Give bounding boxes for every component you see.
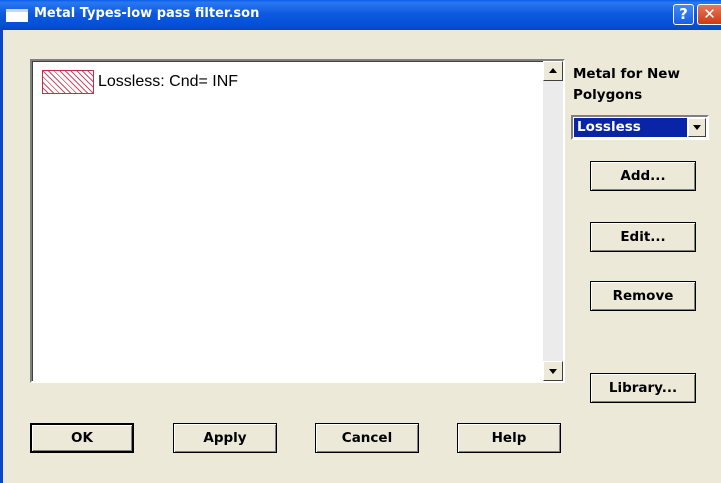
list-item[interactable]: Lossless: Cnd= INF xyxy=(42,69,238,95)
app-window-icon xyxy=(6,9,28,22)
scroll-up-arrow-icon xyxy=(549,68,557,73)
window-frame-border xyxy=(0,30,3,483)
metal-select[interactable]: Lossless xyxy=(571,115,709,140)
library-button[interactable]: Library... xyxy=(590,373,696,403)
scroll-down-button[interactable] xyxy=(543,361,563,381)
metal-swatch xyxy=(42,70,94,94)
metal-types-list[interactable]: Lossless: Cnd= INF xyxy=(30,59,565,383)
metal-item-label: Lossless: Cnd= INF xyxy=(98,73,239,90)
help-icon[interactable]: ? xyxy=(673,4,694,25)
add-button[interactable]: Add... xyxy=(590,161,696,191)
remove-button[interactable]: Remove xyxy=(590,281,696,311)
close-icon[interactable]: ✕ xyxy=(697,4,721,25)
scroll-down-arrow-icon xyxy=(549,369,557,374)
scroll-up-button[interactable] xyxy=(543,61,563,81)
help-button[interactable]: Help xyxy=(457,423,561,453)
window-title: Metal Types-low pass filter.son xyxy=(34,6,260,21)
cancel-button[interactable]: Cancel xyxy=(315,423,419,453)
ok-button[interactable]: OK xyxy=(30,423,134,453)
list-scrollbar[interactable] xyxy=(543,61,563,381)
title-bar[interactable]: Metal Types-low pass filter.son ? ✕ xyxy=(0,0,721,30)
metal-select-value: Lossless xyxy=(574,118,687,137)
apply-button[interactable]: Apply xyxy=(173,423,277,453)
chevron-down-icon xyxy=(693,125,701,130)
dropdown-button[interactable] xyxy=(688,118,706,137)
metal-for-new-polygons-label: Metal for New Polygons xyxy=(573,66,680,103)
edit-button[interactable]: Edit... xyxy=(590,222,696,252)
